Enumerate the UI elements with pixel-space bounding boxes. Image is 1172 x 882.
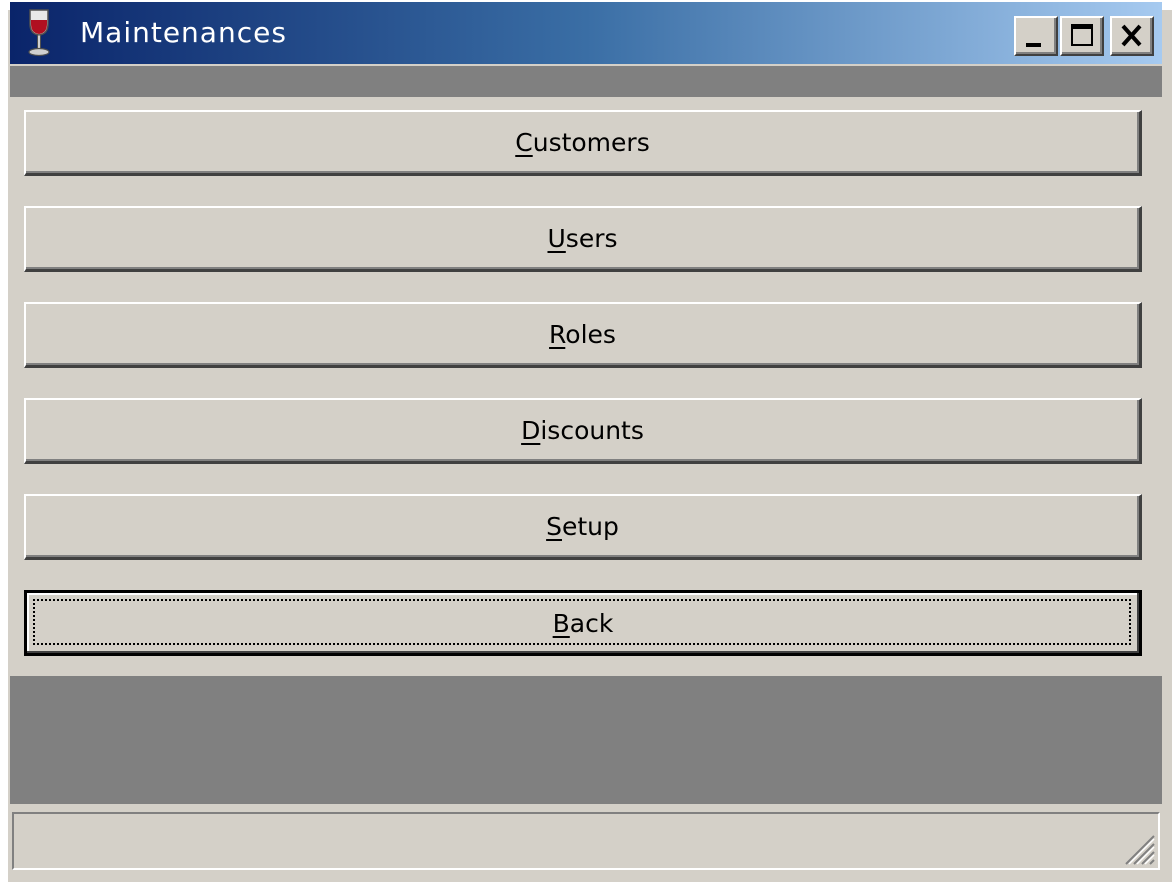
minimize-button[interactable] — [1014, 16, 1058, 56]
customers-button[interactable]: Customers — [24, 110, 1142, 176]
toolbar-strip — [10, 66, 1162, 97]
menu-button-list: Customers Users Roles Discounts Setup Ba… — [24, 110, 1148, 686]
title-bar[interactable]: Maintenances — [10, 2, 1162, 64]
button-label: Roles — [549, 320, 616, 349]
users-button[interactable]: Users — [24, 206, 1142, 272]
button-label: Back — [552, 608, 614, 638]
roles-button[interactable]: Roles — [24, 302, 1142, 368]
minimize-icon — [1026, 43, 1041, 47]
setup-button[interactable]: Setup — [24, 494, 1142, 560]
status-bar — [12, 812, 1160, 870]
back-button[interactable]: Back — [24, 590, 1142, 656]
button-label: Discounts — [521, 416, 644, 445]
discounts-button[interactable]: Discounts — [24, 398, 1142, 464]
wine-glass-icon — [28, 9, 50, 57]
close-icon — [1121, 24, 1142, 47]
button-label: Setup — [546, 512, 619, 541]
close-button[interactable] — [1110, 16, 1154, 56]
content-area-empty — [10, 676, 1162, 804]
window-title: Maintenances — [80, 16, 287, 49]
button-label: Customers — [515, 128, 650, 157]
maximize-button[interactable] — [1060, 16, 1104, 56]
resize-grip-icon[interactable] — [1120, 830, 1156, 866]
maximize-icon — [1071, 24, 1093, 46]
button-label: Users — [547, 224, 618, 253]
